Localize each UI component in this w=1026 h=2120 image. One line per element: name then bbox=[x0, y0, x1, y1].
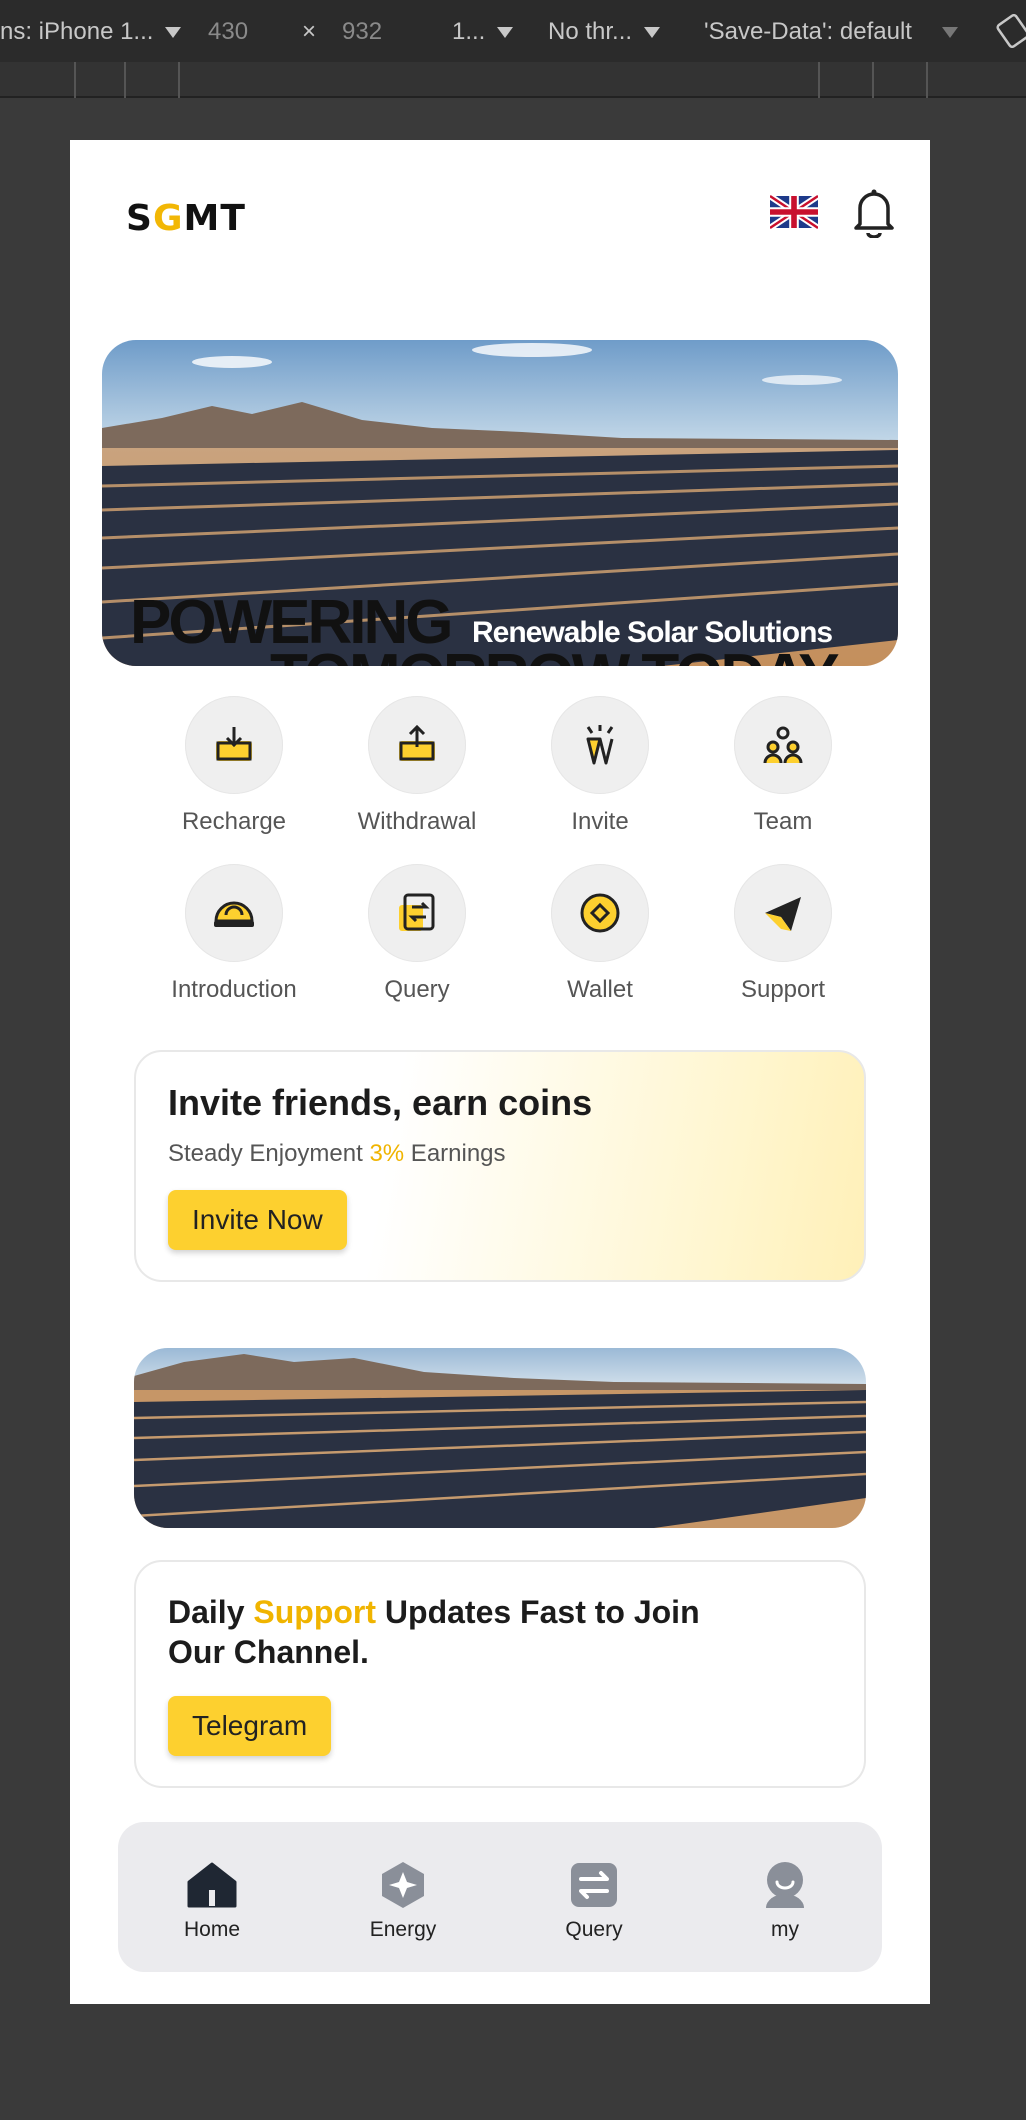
solar-farm-image bbox=[134, 1348, 866, 1528]
action-label: Query bbox=[384, 976, 450, 1003]
support-icon bbox=[734, 864, 832, 962]
width-input[interactable]: 430 bbox=[208, 18, 248, 46]
action-recharge[interactable]: Recharge bbox=[154, 696, 314, 846]
height-input[interactable]: 932 bbox=[342, 18, 382, 46]
action-label: Invite bbox=[571, 808, 629, 835]
action-introduction[interactable]: Introduction bbox=[154, 864, 314, 1014]
nav-query[interactable]: Query bbox=[534, 1860, 654, 1942]
zoom-selector[interactable]: 1... bbox=[452, 18, 514, 46]
throttle-selector[interactable]: No thr... bbox=[548, 18, 661, 46]
hero-banner[interactable]: POWERING Renewable Solar Solutions TOMOR… bbox=[102, 340, 898, 666]
action-label: Team bbox=[753, 808, 813, 835]
energy-icon bbox=[382, 1862, 424, 1908]
support-highlight: Support bbox=[253, 1594, 377, 1630]
bottom-navigation: Home Energy Query my bbox=[118, 1822, 882, 1972]
invite-now-button[interactable]: Invite Now bbox=[168, 1190, 347, 1250]
nav-label: Home bbox=[183, 1918, 241, 1941]
app-header: SGMT bbox=[70, 140, 930, 290]
recharge-icon bbox=[185, 696, 283, 794]
rotate-icon[interactable] bbox=[996, 13, 1026, 55]
chevron-down-icon bbox=[165, 27, 182, 39]
brand-logo[interactable]: SGMT bbox=[126, 198, 246, 239]
devtools-toolbar: ns: iPhone 1... 430 × 932 1... No thr...… bbox=[0, 0, 1026, 64]
nav-label: Query bbox=[565, 1918, 623, 1941]
action-label: Recharge bbox=[181, 808, 287, 835]
action-label: Wallet bbox=[567, 976, 633, 1003]
nav-label: my bbox=[771, 1918, 799, 1941]
action-label: Support bbox=[740, 976, 826, 1003]
action-withdrawal[interactable]: Withdrawal bbox=[337, 696, 497, 846]
banner-secondline: TOMORROW TODAY bbox=[270, 646, 840, 667]
nav-energy[interactable]: Energy bbox=[343, 1860, 463, 1942]
action-query[interactable]: Query bbox=[337, 864, 497, 1014]
action-label: Withdrawal bbox=[357, 808, 477, 835]
save-data-selector[interactable]: 'Save-Data': default bbox=[704, 18, 958, 46]
telegram-button[interactable]: Telegram bbox=[168, 1696, 332, 1756]
device-selector[interactable]: ns: iPhone 1... bbox=[0, 18, 182, 46]
telegram-card: Daily Support Updates Fast to Join Our C… bbox=[134, 1560, 866, 1788]
action-support[interactable]: Support bbox=[703, 864, 863, 1014]
withdrawal-icon bbox=[368, 696, 466, 794]
nav-my[interactable]: my bbox=[725, 1860, 845, 1942]
nav-home[interactable]: Home bbox=[152, 1860, 272, 1942]
invite-card-subtitle: Steady Enjoyment 3% Earnings bbox=[168, 1140, 506, 1167]
uk-flag-icon[interactable] bbox=[770, 192, 818, 232]
query-icon bbox=[368, 864, 466, 962]
action-label: Introduction bbox=[171, 976, 297, 1003]
throttle-value: No thr... bbox=[548, 18, 633, 45]
invite-icon bbox=[551, 696, 649, 794]
chevron-down-icon bbox=[941, 27, 958, 39]
device-name: ns: iPhone 1... bbox=[0, 18, 154, 45]
times-icon: × bbox=[302, 18, 317, 45]
invite-card: Invite friends, earn coins Steady Enjoym… bbox=[134, 1050, 866, 1282]
chevron-down-icon bbox=[497, 27, 514, 39]
invite-card-title: Invite friends, earn coins bbox=[168, 1082, 593, 1123]
action-invite[interactable]: Invite bbox=[520, 696, 680, 846]
telegram-card-title: Daily Support Updates Fast to Join Our C… bbox=[168, 1594, 700, 1670]
introduction-icon bbox=[185, 864, 283, 962]
action-team[interactable]: Team bbox=[703, 696, 863, 846]
nav-label: Energy bbox=[369, 1918, 437, 1941]
wallet-icon bbox=[551, 864, 649, 962]
earnings-percent: 3% bbox=[369, 1140, 405, 1167]
phone-viewport: SGMT POWERING Renewable Solar Solutions … bbox=[70, 140, 930, 2004]
action-wallet[interactable]: Wallet bbox=[520, 864, 680, 1014]
secondary-banner[interactable] bbox=[134, 1348, 866, 1528]
home-icon bbox=[187, 1862, 237, 1908]
device-ruler bbox=[0, 62, 1026, 98]
profile-icon bbox=[766, 1862, 804, 1908]
save-data-value: 'Save-Data': default bbox=[704, 18, 912, 45]
bell-icon[interactable] bbox=[850, 186, 898, 238]
chevron-down-icon bbox=[644, 27, 661, 39]
exchange-icon bbox=[571, 1863, 617, 1907]
zoom-value: 1... bbox=[452, 18, 486, 45]
team-icon bbox=[734, 696, 832, 794]
